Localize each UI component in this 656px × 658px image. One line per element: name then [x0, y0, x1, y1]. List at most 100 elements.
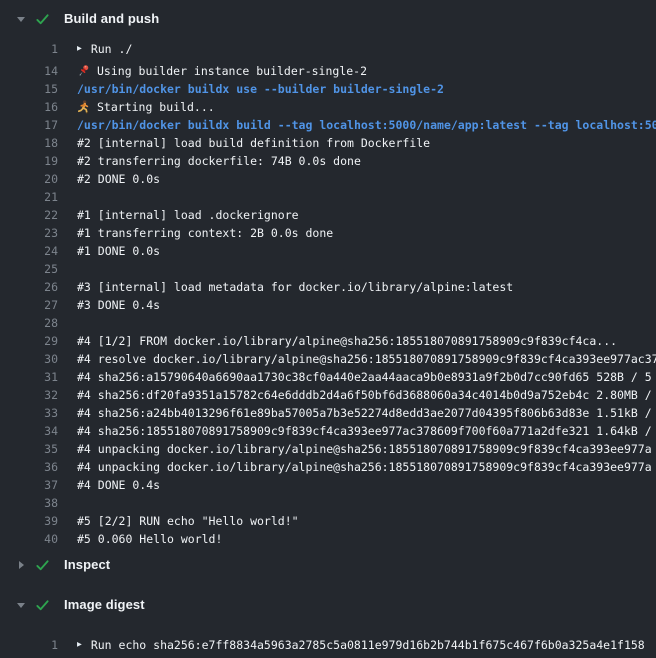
line-content	[58, 260, 656, 278]
log-line: 17 /usr/bin/docker buildx build --tag lo…	[0, 116, 656, 134]
log-line: 35 #4 unpacking docker.io/library/alpine…	[0, 440, 656, 458]
line-content: #4 DONE 0.4s	[58, 476, 656, 494]
line-text: Using builder instance builder-single-2	[97, 62, 367, 80]
line-number[interactable]: 37	[0, 476, 58, 494]
line-number[interactable]: 36	[0, 458, 58, 476]
line-content: #1 DONE 0.0s	[58, 242, 656, 260]
log-line: 32 #4 sha256:df20fa9351a15782c64e6dddb2d…	[0, 386, 656, 404]
line-text: #4 sha256:a15790640a6690aa1730c38cf0a440…	[77, 368, 652, 386]
log-line: 21	[0, 188, 656, 206]
chevron-right-icon[interactable]	[16, 560, 26, 570]
log-line: 27 #3 DONE 0.4s	[0, 296, 656, 314]
line-number[interactable]: 29	[0, 332, 58, 350]
log-line: 37 #4 DONE 0.4s	[0, 476, 656, 494]
line-number[interactable]: 19	[0, 152, 58, 170]
line-number[interactable]: 1	[0, 40, 58, 58]
line-text: /usr/bin/docker buildx build --tag local…	[77, 116, 656, 134]
line-content	[58, 314, 656, 332]
chevron-down-icon[interactable]	[16, 600, 26, 610]
line-number[interactable]: 16	[0, 98, 58, 116]
log-line: 34 #4 sha256:185518070891758909c9f839cf4…	[0, 422, 656, 440]
line-content: #1 [internal] load .dockerignore	[58, 206, 656, 224]
log-line[interactable]: 1 ▶Run ./	[0, 40, 656, 58]
line-content: #4 sha256:df20fa9351a15782c64e6dddb2d4a6…	[58, 386, 656, 404]
line-content: /usr/bin/docker buildx use --builder bui…	[58, 80, 656, 98]
line-number[interactable]: 26	[0, 278, 58, 296]
line-number[interactable]: 30	[0, 350, 58, 368]
section-title: Inspect	[64, 556, 110, 574]
log-line: 29 #4 [1/2] FROM docker.io/library/alpin…	[0, 332, 656, 350]
line-content: #2 transferring dockerfile: 74B 0.0s don…	[58, 152, 656, 170]
line-number[interactable]: 17	[0, 116, 58, 134]
log-line: 19 #2 transferring dockerfile: 74B 0.0s …	[0, 152, 656, 170]
log-line: 28	[0, 314, 656, 332]
log-line: 40 #5 0.060 Hello world!	[0, 530, 656, 548]
line-text: #5 0.060 Hello world!	[77, 530, 222, 548]
line-number[interactable]: 20	[0, 170, 58, 188]
line-text: #1 transferring context: 2B 0.0s done	[77, 224, 333, 242]
play-triangle-icon[interactable]: ▶	[77, 636, 82, 654]
play-triangle-icon[interactable]: ▶	[77, 40, 82, 58]
section-log-lines-image-digest: 1 ▶Run echo sha256:e7ff8834a5963a2785c5a…	[0, 622, 656, 658]
line-number[interactable]: 32	[0, 386, 58, 404]
line-content: #4 resolve docker.io/library/alpine@sha2…	[58, 350, 656, 368]
line-content: /usr/bin/docker buildx build --tag local…	[58, 116, 656, 134]
line-number[interactable]: 25	[0, 260, 58, 278]
line-number[interactable]: 34	[0, 422, 58, 440]
line-number[interactable]: 38	[0, 494, 58, 512]
workflow-log-viewer: Build and push 1 ▶Run ./ 14 Using builde…	[0, 0, 656, 658]
line-text: #4 unpacking docker.io/library/alpine@sh…	[77, 458, 652, 476]
line-content: #2 [internal] load build definition from…	[58, 134, 656, 152]
line-text: #4 sha256:df20fa9351a15782c64e6dddb2d4a6…	[77, 386, 652, 404]
line-number[interactable]: 14	[0, 62, 58, 80]
line-content: #4 [1/2] FROM docker.io/library/alpine@s…	[58, 332, 656, 350]
line-number[interactable]: 21	[0, 188, 58, 206]
check-icon	[35, 12, 50, 27]
log-section: Inspect	[0, 548, 656, 588]
line-number[interactable]: 28	[0, 314, 58, 332]
line-text: #4 sha256:185518070891758909c9f839cf4ca3…	[77, 422, 652, 440]
line-content	[58, 188, 656, 206]
line-number[interactable]: 24	[0, 242, 58, 260]
line-number[interactable]: 33	[0, 404, 58, 422]
line-content: ▶Run echo sha256:e7ff8834a5963a2785c5a08…	[58, 636, 656, 654]
log-line: 15 /usr/bin/docker buildx use --builder …	[0, 80, 656, 98]
chevron-down-icon[interactable]	[16, 14, 26, 24]
line-text: #3 [internal] load metadata for docker.i…	[77, 278, 513, 296]
line-number[interactable]: 31	[0, 368, 58, 386]
line-text: #2 transferring dockerfile: 74B 0.0s don…	[77, 152, 361, 170]
line-text: #1 [internal] load .dockerignore	[77, 206, 299, 224]
line-content: #3 DONE 0.4s	[58, 296, 656, 314]
line-number[interactable]: 23	[0, 224, 58, 242]
line-text: #2 DONE 0.0s	[77, 170, 160, 188]
line-text: #3 DONE 0.4s	[77, 296, 160, 314]
log-line: 31 #4 sha256:a15790640a6690aa1730c38cf0a…	[0, 368, 656, 386]
line-number[interactable]: 35	[0, 440, 58, 458]
log-line[interactable]: 1 ▶Run echo sha256:e7ff8834a5963a2785c5a…	[0, 636, 656, 654]
line-content: Using builder instance builder-single-2	[58, 62, 656, 80]
log-line: 38	[0, 494, 656, 512]
section-header-build-and-push[interactable]: Build and push	[0, 0, 656, 34]
section-header-inspect[interactable]: Inspect	[0, 548, 656, 582]
section-header-image-digest[interactable]: Image digest	[0, 588, 656, 622]
check-icon	[35, 558, 50, 573]
log-line: 25	[0, 260, 656, 278]
line-number[interactable]: 15	[0, 80, 58, 98]
line-number[interactable]: 39	[0, 512, 58, 530]
line-content: #4 sha256:a24bb4013296f61e89ba57005a7b3e…	[58, 404, 656, 422]
log-line: 18 #2 [internal] load build definition f…	[0, 134, 656, 152]
line-number[interactable]: 18	[0, 134, 58, 152]
line-text: #4 [1/2] FROM docker.io/library/alpine@s…	[77, 332, 617, 350]
log-line: 24 #1 DONE 0.0s	[0, 242, 656, 260]
line-number[interactable]: 27	[0, 296, 58, 314]
line-number[interactable]: 40	[0, 530, 58, 548]
log-line: 36 #4 unpacking docker.io/library/alpine…	[0, 458, 656, 476]
line-number[interactable]: 1	[0, 636, 58, 654]
line-text: #4 DONE 0.4s	[77, 476, 160, 494]
line-number[interactable]: 22	[0, 206, 58, 224]
line-content: Starting build...	[58, 98, 656, 116]
line-content: #4 unpacking docker.io/library/alpine@sh…	[58, 458, 656, 476]
line-content: #5 [2/2] RUN echo "Hello world!"	[58, 512, 656, 530]
log-line: 39 #5 [2/2] RUN echo "Hello world!"	[0, 512, 656, 530]
line-content: #4 sha256:185518070891758909c9f839cf4ca3…	[58, 422, 656, 440]
